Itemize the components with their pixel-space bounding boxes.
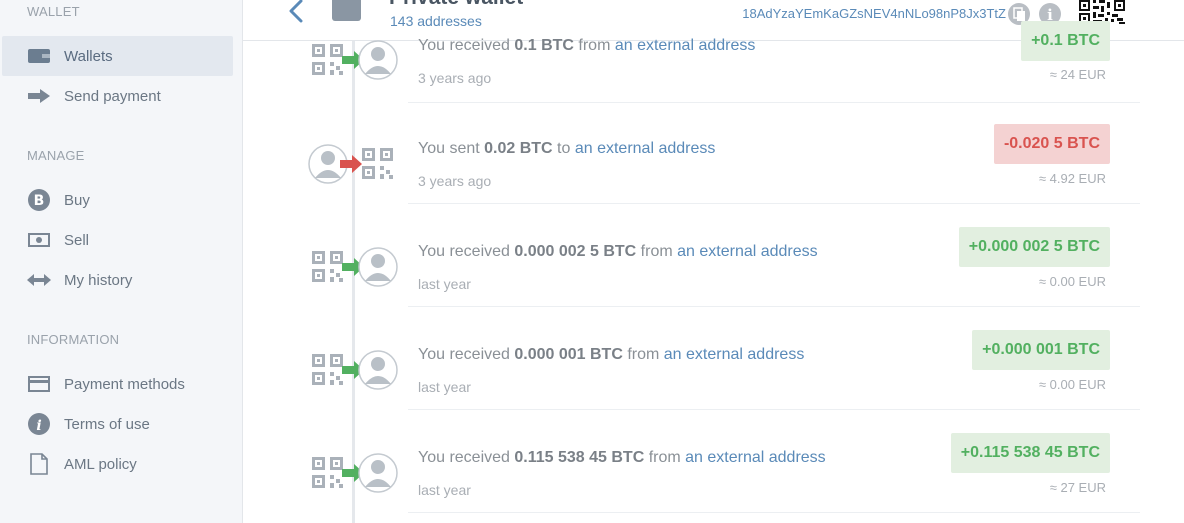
- transaction-description: You sent 0.02 BTC to an external address: [418, 140, 716, 157]
- section-title-wallet: WALLET: [27, 4, 80, 19]
- amount-badge: +0.1 BTC: [1021, 21, 1110, 61]
- sidebar-item-label: Buy: [64, 191, 90, 209]
- arrow-right-icon: [26, 86, 52, 106]
- transaction-time: last year: [418, 276, 471, 292]
- transaction-description: You received 0.115 538 45 BTC from an ex…: [418, 449, 826, 466]
- amount-badge: +0.000 002 5 BTC: [958, 227, 1110, 267]
- sidebar-item-label: Sell: [64, 231, 90, 249]
- counterparty-link[interactable]: an external address: [685, 449, 826, 466]
- transaction-row[interactable]: You received 0.000 002 5 BTC from an ext…: [300, 204, 1184, 307]
- svg-text:i: i: [36, 418, 41, 434]
- transaction-row[interactable]: You sent 0.02 BTC to an external address…: [300, 101, 1184, 204]
- document-icon: [26, 453, 52, 475]
- transaction-description: You received 0.1 BTC from an external ad…: [418, 37, 756, 54]
- sidebar-item-label: Terms of use: [64, 415, 150, 433]
- received-from-external-icon: [308, 245, 398, 289]
- banknote-icon: [26, 230, 52, 250]
- transaction-time: last year: [418, 379, 471, 395]
- transaction-description: You received 0.000 001 BTC from an exter…: [418, 346, 805, 363]
- credit-card-icon: [26, 374, 52, 394]
- transaction-row[interactable]: You received 0.1 BTC from an external ad…: [300, 0, 1184, 103]
- transaction-row[interactable]: You received 0.115 538 45 BTC from an ex…: [300, 410, 1184, 513]
- sidebar-item-send-payment[interactable]: Send payment: [2, 76, 233, 116]
- received-from-external-icon: [308, 38, 398, 82]
- info-icon: i: [26, 413, 52, 435]
- amount-badge: -0.020 5 BTC: [993, 124, 1110, 164]
- svg-text:B: B: [34, 193, 45, 209]
- sidebar-item-label: Payment methods: [64, 375, 185, 393]
- counterparty-link[interactable]: an external address: [615, 37, 756, 54]
- sidebar-item-wallets[interactable]: Wallets: [2, 36, 233, 76]
- counterparty-link[interactable]: an external address: [677, 243, 818, 260]
- section-title-manage: MANAGE: [27, 148, 85, 163]
- sidebar-item-label: Wallets: [64, 47, 113, 65]
- sidebar-item-label: AML policy: [64, 455, 137, 473]
- counterparty-link[interactable]: an external address: [575, 140, 716, 157]
- wallet-icon: [26, 46, 52, 66]
- transaction-time: last year: [418, 482, 471, 498]
- fiat-value: ≈ 24 EUR: [1049, 67, 1106, 82]
- sidebar-item-aml-policy[interactable]: AML policy: [2, 444, 233, 484]
- sent-to-external-icon: [308, 142, 398, 186]
- fiat-value: ≈ 0.00 EUR: [1038, 274, 1106, 289]
- transaction-row[interactable]: You received 0.000 001 BTC from an exter…: [300, 307, 1184, 410]
- received-from-external-icon: [308, 348, 398, 392]
- fiat-value: ≈ 0.00 EUR: [1038, 377, 1106, 392]
- received-from-external-icon: [308, 451, 398, 495]
- sidebar-item-label: My history: [64, 271, 133, 289]
- amount-badge: +0.000 001 BTC: [972, 330, 1110, 370]
- bitcoin-icon: B: [26, 189, 52, 211]
- sidebar-item-buy[interactable]: B Buy: [2, 180, 233, 220]
- amount-badge: +0.115 538 45 BTC: [950, 433, 1110, 473]
- sidebar-item-payment-methods[interactable]: Payment methods: [2, 364, 233, 404]
- sidebar-item-sell[interactable]: Sell: [2, 220, 233, 260]
- sidebar-item-my-history[interactable]: My history: [2, 260, 233, 300]
- transaction-time: 3 years ago: [418, 173, 492, 189]
- sidebar: WALLET Wallets Send payment MANAGE B Buy…: [0, 0, 243, 523]
- counterparty-link[interactable]: an external address: [664, 346, 805, 363]
- sidebar-item-label: Send payment: [64, 87, 161, 105]
- fiat-value: ≈ 4.92 EUR: [1038, 171, 1106, 186]
- section-title-information: INFORMATION: [27, 332, 120, 347]
- fiat-value: ≈ 27 EUR: [1049, 480, 1106, 495]
- row-divider: [408, 512, 1140, 513]
- exchange-icon: [26, 270, 52, 290]
- transaction-description: You received 0.000 002 5 BTC from an ext…: [418, 243, 818, 260]
- sidebar-item-terms-of-use[interactable]: i Terms of use: [2, 404, 233, 444]
- transaction-time: 3 years ago: [418, 70, 492, 86]
